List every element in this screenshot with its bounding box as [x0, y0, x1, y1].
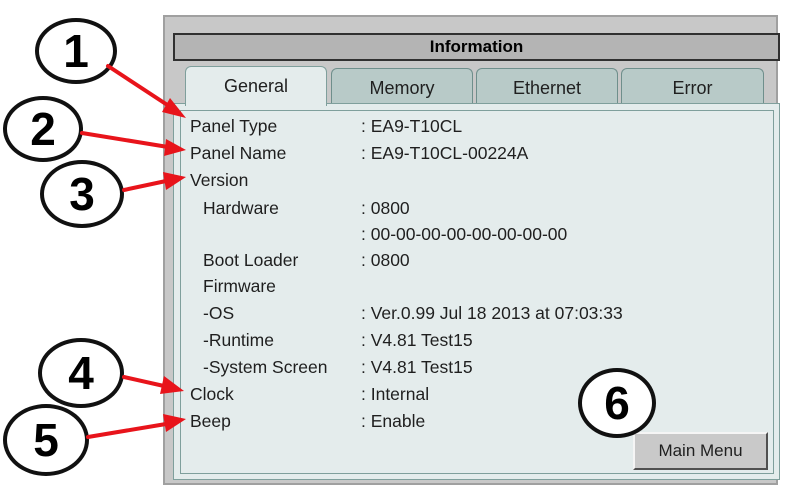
arrow-2-head: [164, 139, 186, 156]
arrow-4-head: [160, 376, 184, 394]
arrow-4: [122, 375, 166, 388]
arrow-5-head: [163, 414, 186, 432]
arrow-1: [106, 64, 174, 110]
arrow-3: [122, 179, 168, 192]
arrow-1-head: [162, 98, 186, 118]
arrow-3-head: [163, 172, 186, 190]
arrow-2: [80, 131, 170, 149]
callout-arrows: [80, 64, 186, 439]
arrow-5: [86, 422, 168, 439]
